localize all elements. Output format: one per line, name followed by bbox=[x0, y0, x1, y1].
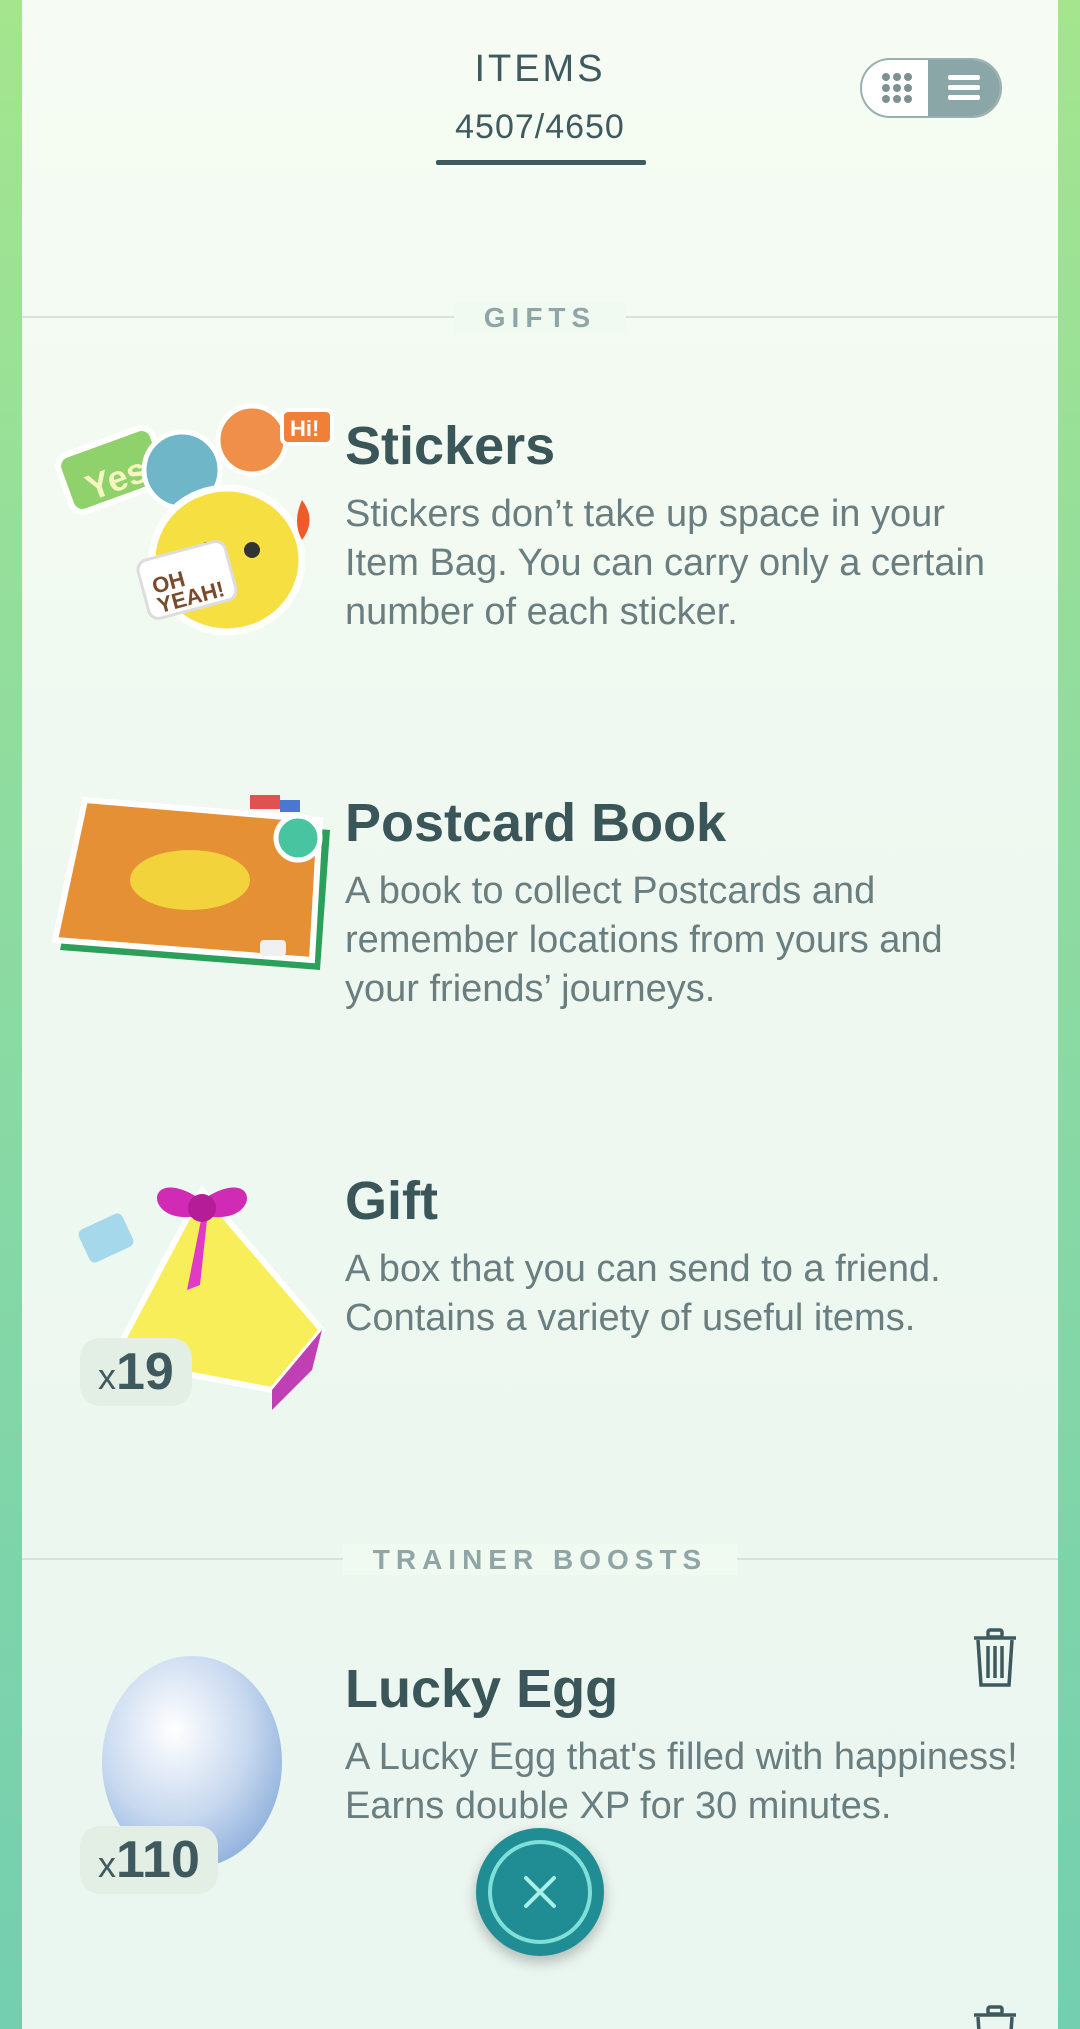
svg-text:Hi!: Hi! bbox=[290, 416, 319, 441]
gift-quantity: x19 bbox=[80, 1338, 192, 1406]
grid-view-icon[interactable] bbox=[862, 60, 932, 116]
close-icon[interactable] bbox=[488, 1840, 592, 1944]
postcard-book-icon bbox=[50, 790, 345, 980]
item-title-gift: Gift bbox=[345, 1171, 438, 1231]
item-desc-stickers: Stickers don’t take up space in your Ite… bbox=[345, 493, 986, 633]
count-underline bbox=[436, 160, 646, 165]
item-desc-lucky-egg: A Lucky Egg that's filled with happiness… bbox=[345, 1736, 1018, 1827]
stickers-icon: Yes! Hi! OH YEAH! bbox=[52, 400, 342, 640]
item-title-postcard-book: Postcard Book bbox=[345, 793, 727, 853]
trash-icon[interactable] bbox=[972, 2005, 1018, 2029]
item-title-stickers: Stickers bbox=[345, 416, 556, 476]
close-button[interactable] bbox=[476, 1828, 604, 1956]
list-view-icon[interactable] bbox=[928, 60, 1000, 116]
items-panel: ITEMS 4507/4650 GIFTS Yes! Hi! OH YEAH! … bbox=[22, 0, 1058, 2029]
item-title-lucky-egg: Lucky Egg bbox=[345, 1659, 619, 1719]
view-toggle[interactable] bbox=[860, 58, 1002, 118]
section-header-gifts: GIFTS bbox=[22, 302, 1058, 334]
item-desc-gift: A box that you can send to a friend. Con… bbox=[345, 1248, 941, 1339]
section-header-trainer-boosts: TRAINER BOOSTS bbox=[22, 1544, 1058, 1576]
item-desc-postcard-book: A book to collect Postcards and remember… bbox=[345, 870, 943, 1010]
trash-icon[interactable] bbox=[972, 1628, 1018, 1693]
lucky-egg-quantity: x110 bbox=[80, 1826, 218, 1894]
